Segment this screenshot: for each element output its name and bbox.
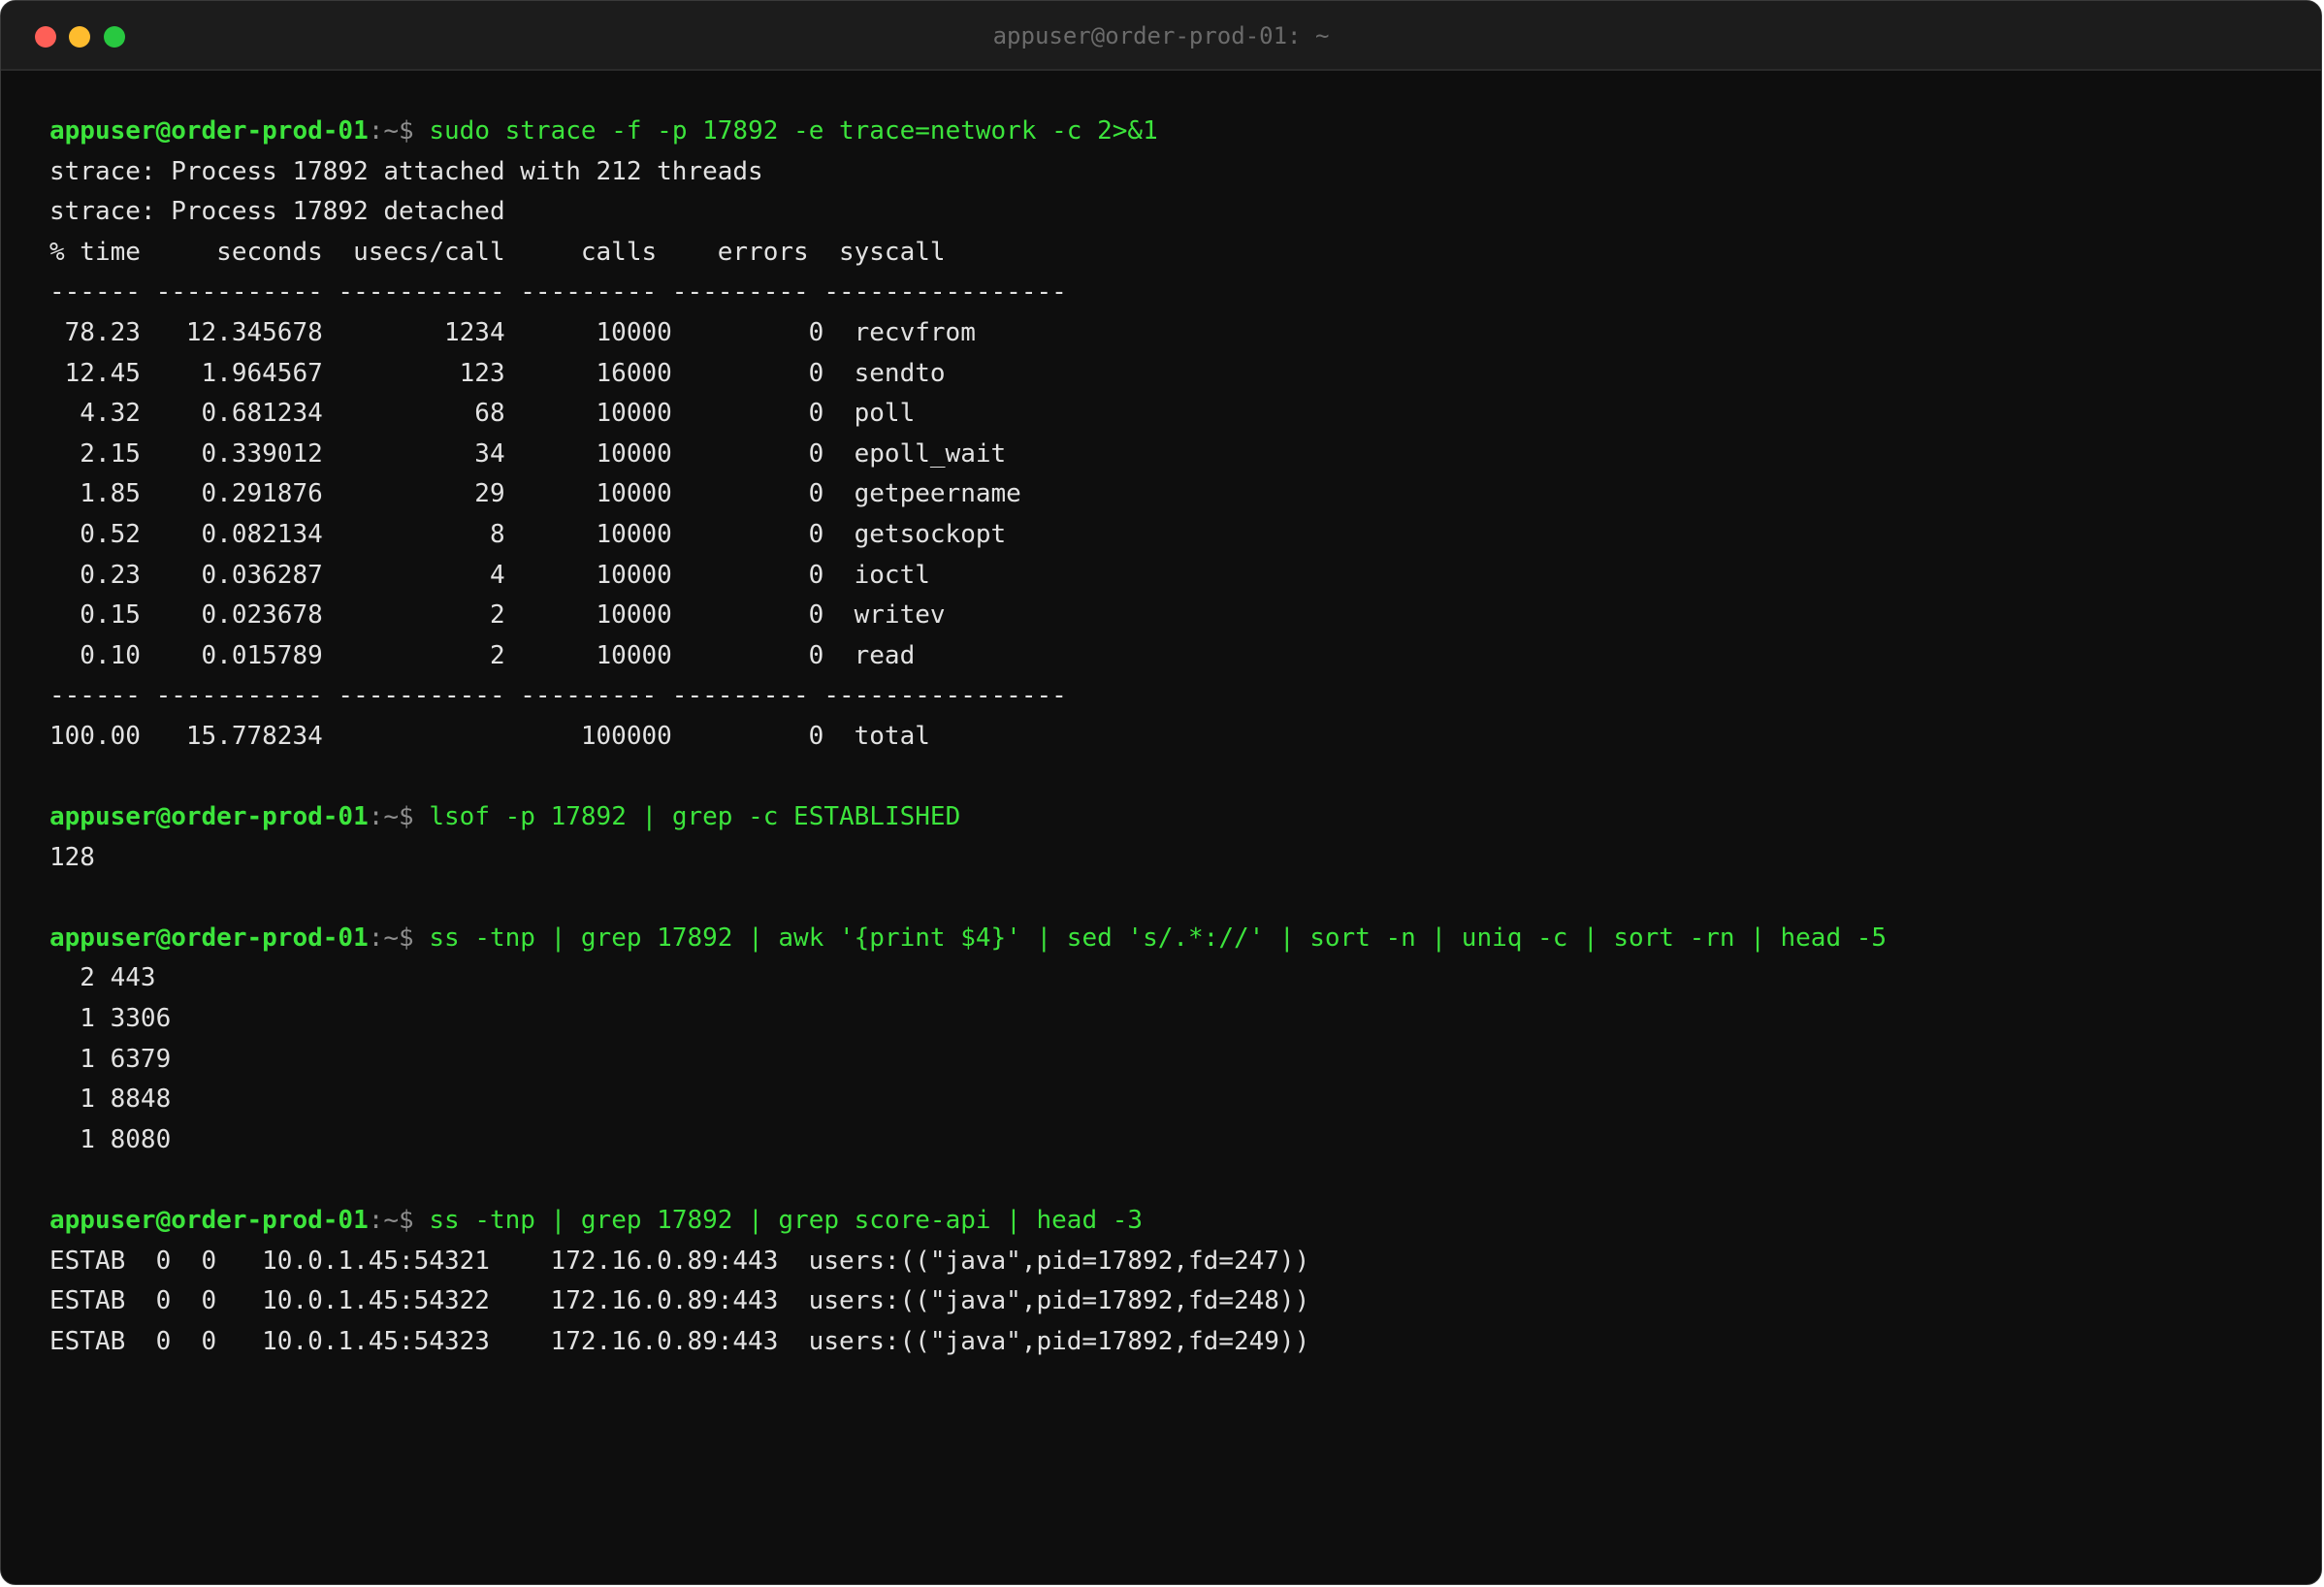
table-header: % time seconds usecs/call calls errors s… [49,237,946,267]
terminal-window: appuser@order-prod-01: ~ appuser@order-p… [0,0,2322,1585]
prompt-path: :~$ [368,116,414,146]
table-row: 1.85 0.291876 29 10000 0 getpeername [49,479,1021,509]
command-line: appuser@order-prod-01:~$ lsof -p 17892 |… [49,797,2292,838]
window-title: appuser@order-prod-01: ~ [992,22,1330,49]
table-row: 0.10 0.015789 2 10000 0 read [49,640,916,670]
output-line: 2 443 [49,963,156,993]
prompt-path: :~$ [368,1206,414,1236]
table-row: 4.32 0.681234 68 10000 0 poll [49,399,916,429]
table-total-row: 100.00 15.778234 100000 0 total [49,721,930,751]
command-line: appuser@order-prod-01:~$ ss -tnp | grep … [49,919,2292,959]
title-bar: appuser@order-prod-01: ~ [1,1,2321,71]
table-divider: ------ ----------- ----------- ---------… [49,277,1067,308]
command-text: ss -tnp | grep 17892 | awk '{print $4}' … [429,923,1888,953]
output-line: ESTAB 0 0 10.0.1.45:54323 172.16.0.89:44… [49,1326,1310,1356]
output-line: 1 3306 [49,1004,172,1034]
command-text: lsof -p 17892 | grep -c ESTABLISHED [429,802,961,832]
command-line: appuser@order-prod-01:~$ ss -tnp | grep … [49,1201,2292,1242]
prompt-path: :~$ [368,802,414,832]
table-row: 12.45 1.964567 123 16000 0 sendto [49,358,946,388]
output-line: strace: Process 17892 detached [49,197,505,227]
table-row: 0.15 0.023678 2 10000 0 writev [49,600,946,631]
table-row: 0.52 0.082134 8 10000 0 getsockopt [49,519,1007,549]
prompt-user-host: appuser@order-prod-01 [49,802,369,832]
terminal-output-area[interactable]: appuser@order-prod-01:~$ sudo strace -f … [49,112,2292,1362]
output-line: 1 8848 [49,1085,172,1115]
table-row: 78.23 12.345678 1234 10000 0 recvfrom [49,317,976,347]
table-row: 0.23 0.036287 4 10000 0 ioctl [49,560,930,590]
command-line: appuser@order-prod-01:~$ sudo strace -f … [49,112,2292,152]
output-line: 128 [49,842,95,872]
table-row: 2.15 0.339012 34 10000 0 epoll_wait [49,438,1007,469]
output-line: 1 6379 [49,1044,172,1074]
prompt-user-host: appuser@order-prod-01 [49,1206,369,1236]
output-line: ESTAB 0 0 10.0.1.45:54322 172.16.0.89:44… [49,1286,1310,1316]
prompt-user-host: appuser@order-prod-01 [49,116,369,146]
output-line: strace: Process 17892 attached with 212 … [49,156,763,186]
prompt-path: :~$ [368,923,414,953]
output-line: ESTAB 0 0 10.0.1.45:54321 172.16.0.89:44… [49,1246,1310,1276]
command-text: ss -tnp | grep 17892 | grep score-api | … [429,1206,1144,1236]
table-divider: ------ ----------- ----------- ---------… [49,681,1067,711]
prompt-user-host: appuser@order-prod-01 [49,923,369,953]
output-line: 1 8080 [49,1124,172,1154]
command-text: sudo strace -f -p 17892 -e trace=network… [429,116,1158,146]
